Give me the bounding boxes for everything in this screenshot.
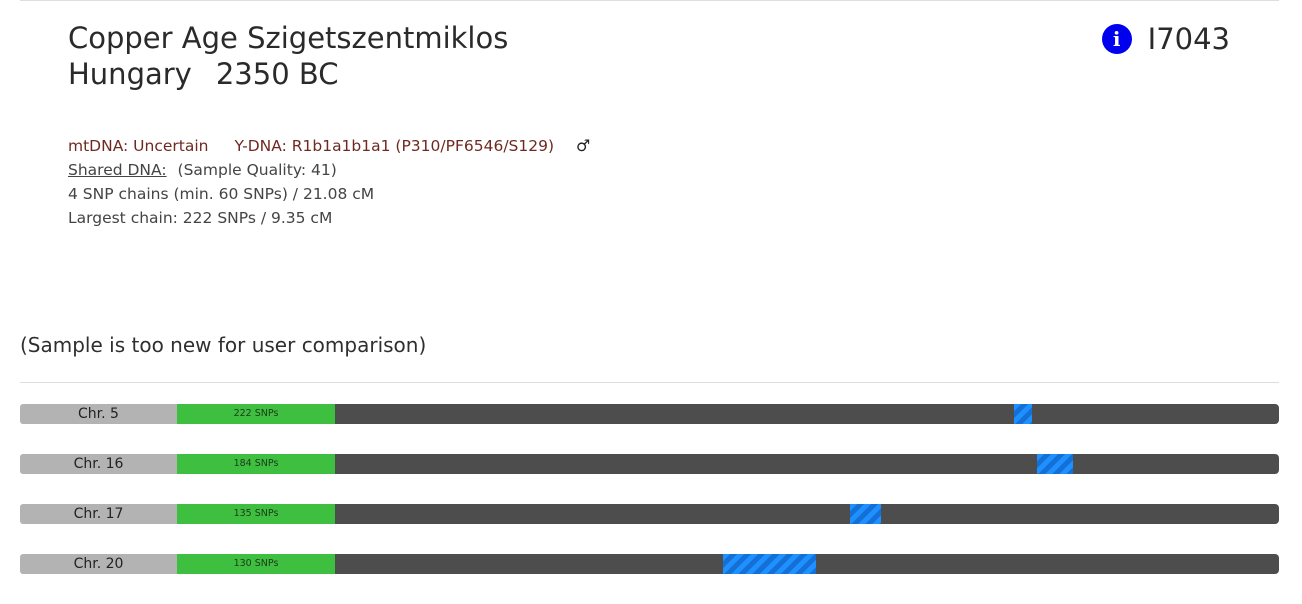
chromosome-track (335, 504, 1279, 524)
sample-quality: (Sample Quality: 41) (177, 161, 337, 179)
top-divider (20, 0, 1279, 1)
title-location-date: Hungary 2350 BC (68, 56, 508, 92)
chromosome-label: Chr. 16 (20, 454, 177, 474)
shared-dna-link[interactable]: Shared DNA: (68, 161, 167, 179)
shared-segment[interactable] (1036, 454, 1073, 474)
section-divider (20, 382, 1279, 383)
chromosome-label: Chr. 17 (20, 504, 177, 524)
haplogroup-row: mtDNA: Uncertain Y-DNA: R1b1a1b1a1 (P310… (68, 134, 590, 158)
shared-dna-row: Shared DNA: (Sample Quality: 41) (68, 158, 590, 182)
culture-site-title: Copper Age Szigetszentmiklos (68, 21, 509, 55)
largest-chain-summary: Largest chain: 222 SNPs / 9.35 cM (68, 209, 333, 227)
chromosome-track (335, 404, 1279, 424)
info-circle-icon[interactable]: i (1101, 24, 1132, 54)
country-label: Hungary (68, 57, 192, 91)
shared-segment[interactable] (849, 504, 882, 524)
chromosome-row: Chr. 20 130 SNPs (20, 554, 1279, 574)
date-label: 2350 BC (215, 57, 339, 91)
snp-count-badge: 184 SNPs (177, 454, 335, 474)
comparison-note: (Sample is too new for user comparison) (20, 333, 427, 357)
chromosome-row: Chr. 5 222 SNPs (20, 404, 1279, 424)
chromosome-row: Chr. 17 135 SNPs (20, 504, 1279, 524)
chromosome-label: Chr. 20 (20, 554, 177, 574)
shared-segment[interactable] (1014, 404, 1033, 424)
chromosome-track (335, 454, 1279, 474)
snp-count-badge: 135 SNPs (177, 504, 335, 524)
male-sex-icon: ♂ (576, 136, 591, 155)
chromosome-list: Chr. 5 222 SNPs Chr. 16 184 SNPs Chr. 17 135 … (20, 404, 1279, 604)
sample-title: Copper Age Szigetszentmiklos Hungary 2350… (68, 20, 508, 92)
sample-id-block: i I7043 (1101, 22, 1230, 56)
ydna-haplogroup: Y-DNA: R1b1a1b1a1 (P310/PF6546/S129) (234, 137, 555, 155)
chromosome-track (335, 554, 1279, 574)
chromosome-label: Chr. 5 (20, 404, 177, 424)
sample-id: I7043 (1147, 22, 1230, 56)
chromosome-row: Chr. 16 184 SNPs (20, 454, 1279, 474)
shared-segment[interactable] (723, 554, 817, 574)
snp-count-badge: 222 SNPs (177, 404, 335, 424)
genetics-summary: mtDNA: Uncertain Y-DNA: R1b1a1b1a1 (P310… (68, 134, 590, 230)
snp-count-badge: 130 SNPs (177, 554, 335, 574)
snp-chains-summary: 4 SNP chains (min. 60 SNPs) / 21.08 cM (68, 185, 375, 203)
mtdna-haplogroup: mtDNA: Uncertain (68, 137, 209, 155)
